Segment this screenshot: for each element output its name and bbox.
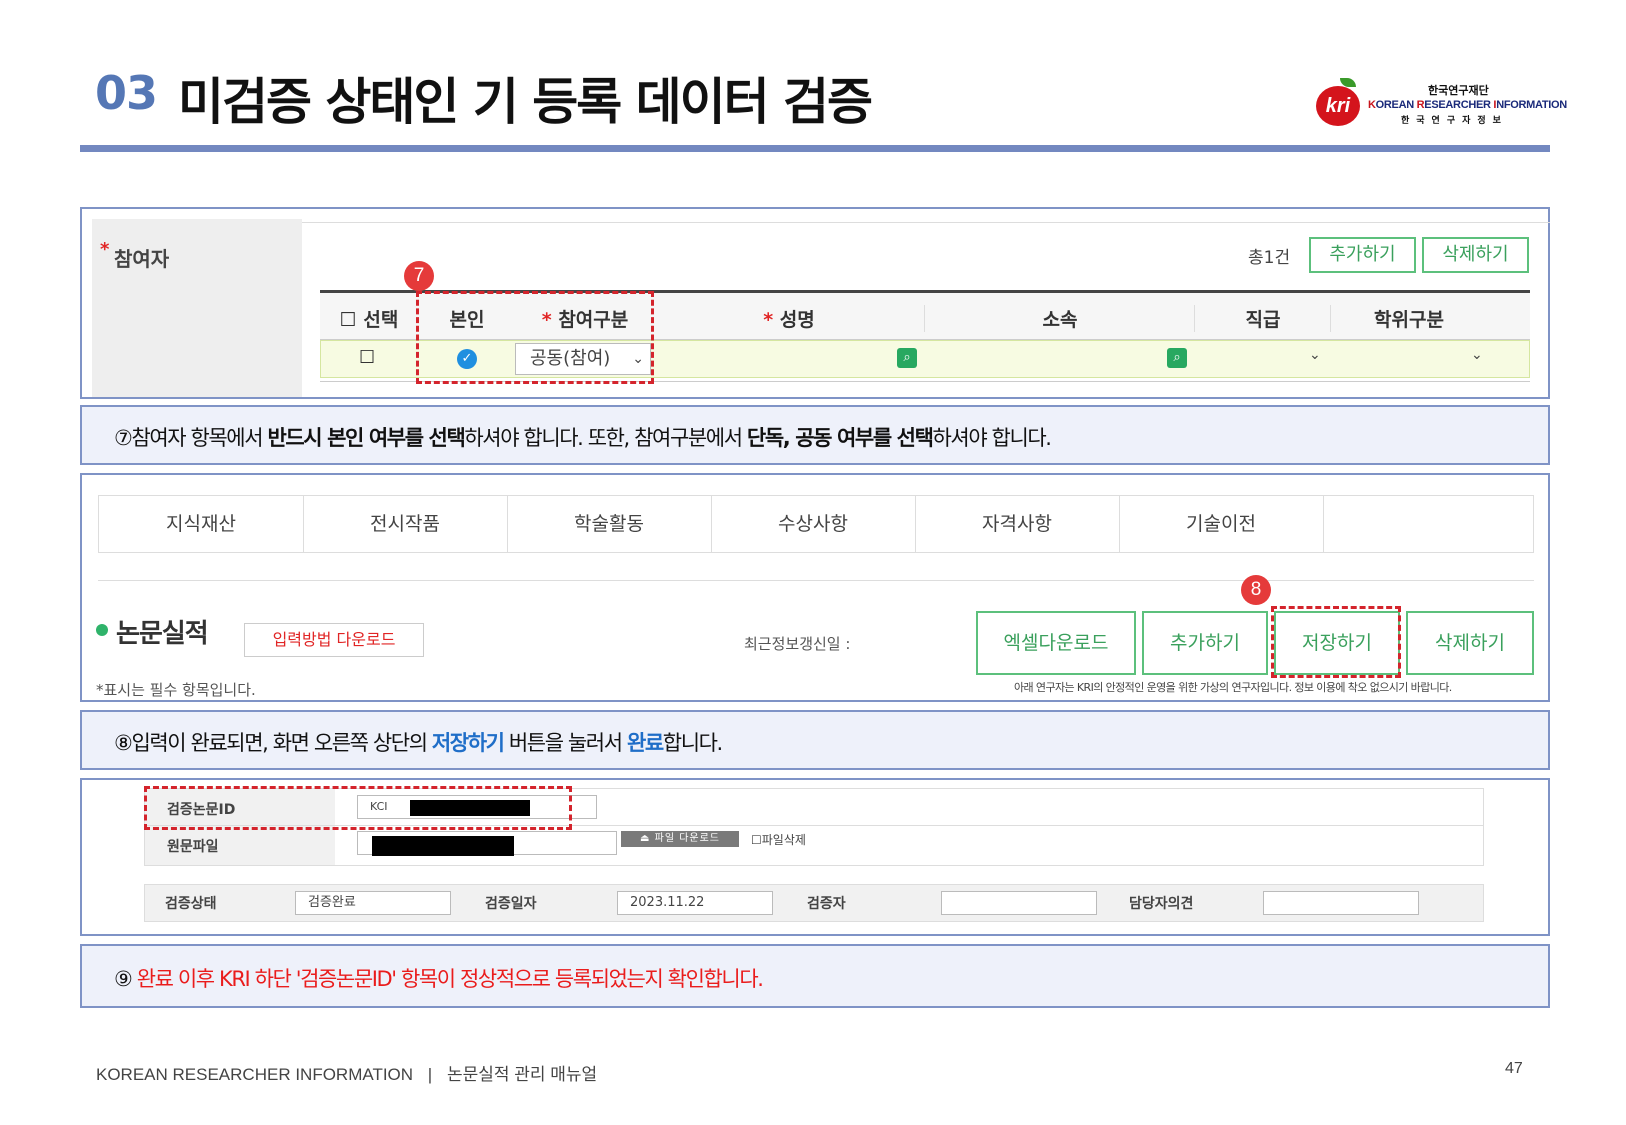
- tab-academic-activities[interactable]: 학술활동: [507, 496, 712, 552]
- participants-label: 참여자: [114, 247, 170, 271]
- verifier-label: 검증자: [807, 896, 846, 912]
- tab-qualifications[interactable]: 자격사항: [915, 496, 1120, 552]
- verification-panel: 검증논문ID KCI 원문파일 ⏏ 파일 다운로드 ☐파일삭제 검증상태 검증완…: [80, 778, 1550, 936]
- papers-panel: 지식재산 전시작품 학술활동 수상사항 자격사항 기술이전 논문실적 입력방법 …: [80, 473, 1550, 702]
- note-9: ⑨ 완료 이후 KRI 하단 '검증논문ID' 항목이 정상적으로 등록되었는지…: [80, 944, 1550, 1008]
- bullet-icon: [96, 624, 108, 636]
- note-7-text: ⑦참여자 항목에서 반드시 본인 여부를 선택하셔야 합니다. 또한, 참여구분…: [114, 426, 1052, 450]
- total-count: 총1건: [1248, 248, 1291, 268]
- highlight-save-button: [1271, 606, 1401, 678]
- page-number: 47: [1505, 1060, 1523, 1077]
- note-8: ⑧입력이 완료되면, 화면 오른쪽 상단의 저장하기 버튼을 눌러서 완료합니다…: [80, 710, 1550, 770]
- delete-participant-button[interactable]: 삭제하기: [1422, 237, 1529, 273]
- tab-awards[interactable]: 수상사항: [711, 496, 916, 552]
- tab-tech-transfer[interactable]: 기술이전: [1119, 496, 1324, 552]
- download-icon: ⏏: [639, 833, 651, 844]
- footer-doc-title: 논문실적 관리 매뉴얼: [446, 1065, 598, 1084]
- footer-separator: |: [427, 1065, 433, 1084]
- tab-exhibitions[interactable]: 전시작품: [303, 496, 508, 552]
- note-7: ⑦참여자 항목에서 반드시 본인 여부를 선택하셔야 합니다. 또한, 참여구분…: [80, 405, 1550, 465]
- virtual-researcher-note: 아래 연구자는 KRI의 안정적인 운영을 위한 가상의 연구자입니다. 정보 …: [1014, 681, 1452, 694]
- tab-intellectual-property[interactable]: 지식재산: [99, 496, 304, 552]
- participants-label-cell: * 참여자: [92, 219, 302, 397]
- divider: [302, 222, 1550, 223]
- section-title: 논문실적: [116, 619, 209, 649]
- original-file-field: [357, 831, 617, 856]
- add-participant-button[interactable]: 추가하기: [1309, 237, 1416, 273]
- step-badge-8: 8: [1241, 575, 1271, 605]
- chevron-down-icon[interactable]: ⌄: [1309, 347, 1321, 363]
- divider: [98, 580, 1534, 581]
- col-affiliation: 소속: [924, 305, 1195, 332]
- original-file-label: 원문파일: [167, 839, 219, 855]
- download-guide-button[interactable]: 입력방법 다운로드: [244, 623, 424, 657]
- logo-english: KOREAN RESEARCHER INFORMATION: [1368, 99, 1567, 111]
- highlight-paper-id: [144, 786, 572, 830]
- highlight-self-type: [416, 291, 654, 384]
- file-delete-checkbox[interactable]: ☐파일삭제: [751, 831, 806, 848]
- col-degree: 학위구분: [1330, 305, 1487, 332]
- note-8-text: ⑧입력이 완료되면, 화면 오른쪽 상단의 저장하기 버튼을 눌러서 완료합니다…: [114, 731, 723, 755]
- manager-opinion-label: 담당자의견: [1129, 896, 1194, 912]
- col-position: 직급: [1194, 305, 1331, 332]
- last-update-label: 최근정보갱신일 :: [744, 635, 851, 653]
- required-note: *표시는 필수 항목입니다.: [96, 681, 256, 699]
- redacted-file: [372, 836, 514, 856]
- required-star: *: [100, 239, 110, 260]
- add-paper-button[interactable]: 추가하기: [1142, 611, 1268, 675]
- delete-paper-button[interactable]: 삭제하기: [1406, 611, 1534, 675]
- logo-subtitle: 한국연구자정보: [1401, 116, 1508, 126]
- logo-korean: 한국연구재단: [1428, 84, 1489, 97]
- participants-panel: * 참여자 총1건 추가하기 삭제하기 ☐ 선택 본인 * 참여구분 * 성명 …: [80, 207, 1550, 399]
- section-number: 03: [95, 66, 158, 120]
- status-field: 검증완료: [295, 891, 451, 915]
- file-download-button[interactable]: ⏏ 파일 다운로드: [621, 831, 739, 847]
- excel-download-button[interactable]: 엑셀다운로드: [976, 611, 1136, 675]
- footer-brand: KOREAN RESEARCHER INFORMATION: [96, 1065, 414, 1084]
- status-label: 검증상태: [165, 896, 217, 912]
- verifier-field: [941, 891, 1097, 915]
- checkbox-icon[interactable]: ☐: [340, 309, 357, 331]
- search-icon[interactable]: ⌕: [1167, 348, 1187, 368]
- col-name: * 성명: [763, 309, 815, 331]
- col-select: ☐ 선택: [339, 309, 399, 331]
- category-tabs: 지식재산 전시작품 학술활동 수상사항 자격사항 기술이전: [98, 495, 1534, 553]
- verification-status-row: 검증상태 검증완료 검증일자 2023.11.22 검증자 담당자의견: [144, 884, 1484, 922]
- manager-opinion-field: [1263, 891, 1419, 915]
- kri-logo-mark: kri: [1316, 86, 1360, 126]
- row-checkbox[interactable]: ☐: [359, 347, 375, 368]
- page-title: 미검증 상태인 기 등록 데이터 검증: [178, 73, 873, 131]
- title-divider: [80, 145, 1550, 152]
- step-badge-7: 7: [404, 261, 434, 291]
- search-icon[interactable]: ⌕: [897, 348, 917, 368]
- kri-logo: kri 한국연구재단 KOREAN RESEARCHER INFORMATION…: [1316, 78, 1567, 130]
- note-9-text: ⑨ 완료 이후 KRI 하단 '검증논문ID' 항목이 정상적으로 등록되었는지…: [114, 967, 764, 991]
- date-field: 2023.11.22: [617, 891, 773, 915]
- date-label: 검증일자: [485, 896, 537, 912]
- chevron-down-icon[interactable]: ⌄: [1471, 347, 1483, 363]
- footer: KOREAN RESEARCHER INFORMATION | 논문실적 관리 …: [96, 1060, 597, 1085]
